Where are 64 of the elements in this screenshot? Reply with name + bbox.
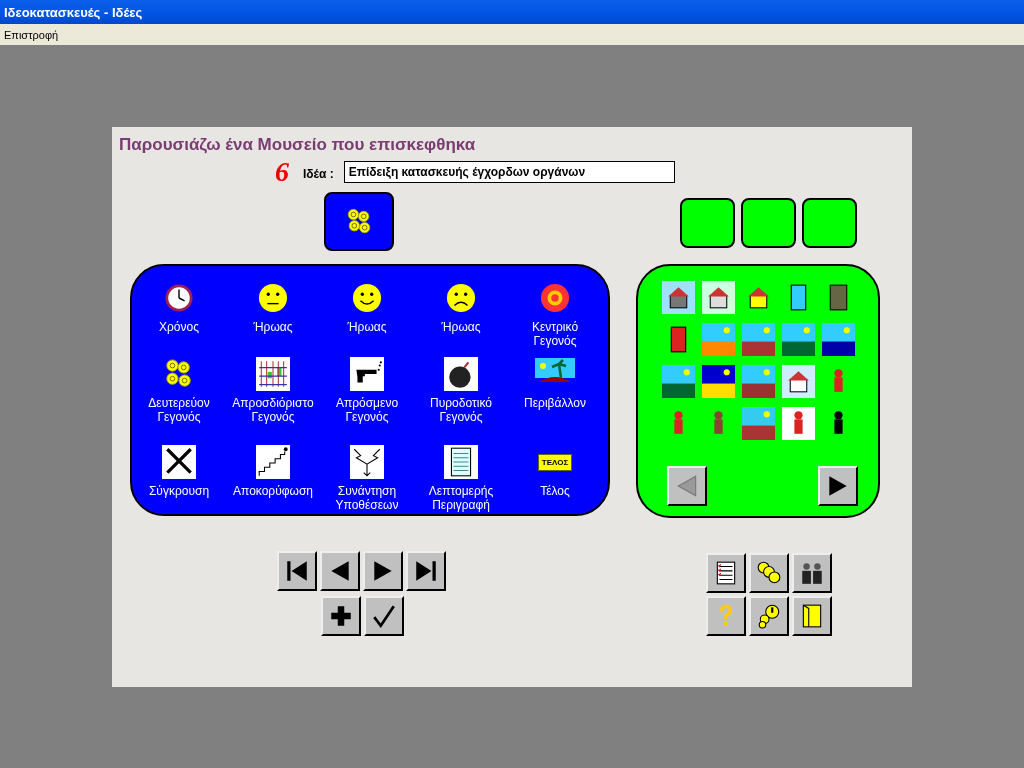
hint-button[interactable]: [749, 596, 789, 636]
people-button[interactable]: [792, 553, 832, 593]
notepad-icon[interactable]: [444, 445, 478, 479]
next-pictures-button[interactable]: [818, 466, 858, 506]
empty-slot[interactable]: [680, 198, 735, 248]
element-label: Πυροδοτικό Γεγονός: [430, 396, 492, 424]
previous-pictures-button[interactable]: [667, 466, 707, 506]
form-heading: Παρουσιάζω ένα Μουσείο που επισκεφθηκα: [119, 135, 477, 155]
element-label: Συνάντηση Υποθέσεων: [335, 484, 399, 512]
element-label: Ήρωας: [441, 320, 481, 334]
clipart-picture[interactable]: [702, 365, 735, 398]
faces-button[interactable]: [749, 553, 789, 593]
clipart-picture[interactable]: [742, 407, 775, 440]
clipart-picture[interactable]: [742, 323, 775, 356]
clipart-picture[interactable]: [822, 323, 855, 356]
stairs-icon[interactable]: [256, 445, 290, 479]
previous-record-button[interactable]: [320, 551, 360, 591]
element-label: Χρόνος: [159, 320, 199, 334]
element-label: Κεντρικό Γεγονός: [531, 320, 579, 348]
target-icon[interactable]: [540, 283, 570, 313]
add-button[interactable]: [321, 596, 361, 636]
clipart-picture[interactable]: [742, 365, 775, 398]
clipart-picture[interactable]: [702, 323, 735, 356]
last-record-button[interactable]: [406, 551, 446, 591]
exit-button[interactable]: [792, 596, 832, 636]
next-record-button[interactable]: [363, 551, 403, 591]
empty-slot[interactable]: [802, 198, 857, 248]
element-label: Ήρωας: [253, 320, 293, 334]
element-label: Περιβάλλον: [524, 396, 586, 410]
element-label: Δευτερεύον Γεγονός: [148, 396, 210, 424]
menu-item[interactable]: Επιστροφή: [4, 28, 59, 41]
element-label: Απρόσμενο Γεγονός: [335, 396, 399, 424]
element-label: Λεπτομερής Περιγραφή: [428, 484, 494, 512]
first-record-button[interactable]: [277, 551, 317, 591]
empty-slot[interactable]: [741, 198, 796, 248]
converging-arrows-icon[interactable]: [350, 445, 384, 479]
element-label: Αποκορύφωση: [233, 484, 313, 498]
element-label: Ήρωας: [347, 320, 387, 334]
bomb-icon[interactable]: [444, 357, 478, 391]
neutral-face-icon[interactable]: [258, 283, 288, 313]
element-label: Τέλος: [540, 484, 570, 498]
clipart-picture[interactable]: [662, 365, 695, 398]
coins-icon[interactable]: [164, 359, 194, 389]
clock-icon[interactable]: [164, 283, 194, 313]
clipart-picture[interactable]: [702, 281, 735, 314]
element-label: Σύγκρουση: [148, 484, 210, 498]
pistol-icon[interactable]: [350, 357, 384, 391]
element-label: Απροσδιόριστο Γεγονός: [232, 396, 314, 424]
checklist-button[interactable]: [706, 553, 746, 593]
smiling-face-icon[interactable]: [352, 283, 382, 313]
sad-face-icon[interactable]: [446, 283, 476, 313]
help-button[interactable]: [706, 596, 746, 636]
confirm-button[interactable]: [364, 596, 404, 636]
window-title: Ιδεοκατασκευές - Ιδέες: [4, 4, 143, 20]
clipart-picture[interactable]: [782, 323, 815, 356]
clipart-picture[interactable]: [782, 365, 815, 398]
grid-icon[interactable]: [256, 357, 290, 391]
crossed-swords-icon[interactable]: [162, 445, 196, 479]
end-sign[interactable]: ΤΕΛΟΣ: [537, 453, 573, 471]
clipart-picture[interactable]: [782, 407, 815, 440]
idea-label: Ιδέα :: [303, 167, 334, 181]
idea-field[interactable]: Επίδειξη κατασκευής έγχορδων οργάνων: [343, 161, 675, 183]
idea-number: 6: [275, 160, 289, 184]
clipart-picture[interactable]: [662, 281, 695, 314]
